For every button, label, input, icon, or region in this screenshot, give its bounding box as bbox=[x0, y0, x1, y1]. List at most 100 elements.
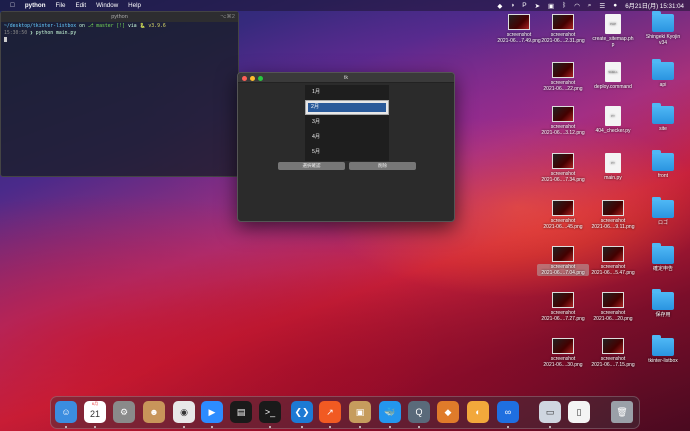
folder-icon[interactable]: Shingeki Kyojin v34 bbox=[637, 11, 689, 46]
dropbox-icon[interactable]: ◆ bbox=[497, 2, 502, 10]
tk-window[interactable]: tk 1月 2月 3月 4月 5月 選択確認 削除 bbox=[237, 72, 455, 222]
screenshot-file-icon[interactable]: screenshot 2021-06....7.15.png bbox=[587, 338, 639, 368]
list-item[interactable]: 3月 bbox=[305, 115, 389, 130]
minimize-button[interactable] bbox=[250, 75, 255, 81]
preview-icon[interactable]: ▭ bbox=[539, 401, 561, 423]
cursor-icon[interactable]: ➤ bbox=[535, 2, 540, 10]
calendar-month: 6月 bbox=[91, 401, 99, 406]
screenshot-file-icon[interactable]: screenshot 2021-06....7.04.png bbox=[537, 246, 589, 276]
tk-titlebar[interactable]: tk bbox=[238, 73, 454, 83]
menu-app-name[interactable]: python bbox=[25, 2, 46, 9]
docker-icon[interactable]: 🐳 bbox=[379, 401, 401, 423]
screenshot-file-icon[interactable]: screenshot 2021-06....20.png bbox=[587, 292, 639, 322]
icon-label: screenshot 2021-06....30.png bbox=[543, 356, 583, 368]
screenshot-file-icon[interactable]: screenshot 2021-06....7.34.png bbox=[537, 153, 589, 183]
zoom-button[interactable] bbox=[258, 75, 263, 81]
folder-graphic bbox=[652, 103, 674, 124]
folder-icon[interactable]: site bbox=[637, 103, 689, 132]
finder-icon[interactable]: ☺ bbox=[55, 401, 77, 423]
icon-label: screenshot 2021-06....5.47.png bbox=[591, 264, 635, 276]
icon-label: front bbox=[657, 173, 668, 179]
infinity-icon[interactable]: ∞ bbox=[497, 401, 519, 423]
screenshot-file-icon[interactable]: screenshot 2021-06....3.12.png bbox=[537, 106, 589, 136]
file-icon[interactable]: PHP create_sitemap.ph p bbox=[587, 14, 639, 48]
file-icon[interactable]: PY main.py bbox=[587, 153, 639, 181]
calendar-icon[interactable]: 21 6月 bbox=[84, 401, 106, 423]
screenshot-file-icon[interactable]: screenshot 2021-06....2.31.png bbox=[537, 14, 589, 44]
folder-icon[interactable]: ロゴ bbox=[637, 197, 689, 226]
thumbnail-graphic bbox=[552, 338, 574, 354]
folder-graphic bbox=[652, 197, 674, 218]
terminal-icon[interactable]: >_ bbox=[259, 401, 281, 423]
menu-edit[interactable]: Edit bbox=[75, 2, 86, 9]
contrast-icon[interactable]: ◑ bbox=[510, 2, 514, 9]
thumbnail-graphic bbox=[602, 292, 624, 308]
file-icon[interactable]: SHELL deploy.command bbox=[587, 62, 639, 90]
icon-label: screenshot 2021-06....7.15.png bbox=[591, 356, 635, 368]
screenshot-file-icon[interactable]: screenshot 2021-06....45.png bbox=[537, 200, 589, 230]
terminal-cursor bbox=[4, 37, 7, 42]
confirm-selection-button[interactable]: 選択確認 bbox=[278, 162, 345, 170]
icon-label: 保存用 bbox=[655, 312, 671, 318]
running-indicator bbox=[269, 426, 271, 428]
running-indicator bbox=[389, 426, 391, 428]
folder-icon[interactable]: front bbox=[637, 150, 689, 179]
thumbnail-graphic bbox=[552, 62, 574, 78]
contacts-icon[interactable]: ☻ bbox=[143, 401, 165, 423]
folder-graphic bbox=[652, 59, 674, 80]
folder-icon[interactable]: api bbox=[637, 59, 689, 88]
search-icon[interactable]: ⌕ bbox=[588, 2, 592, 10]
running-indicator bbox=[549, 426, 551, 428]
sketch-icon[interactable]: ◐ bbox=[467, 401, 489, 423]
list-item[interactable]: 4月 bbox=[305, 130, 389, 145]
document-icon[interactable]: ▯ bbox=[568, 401, 590, 423]
screenshot-file-icon[interactable]: screenshot 2021-06....7.27.png bbox=[537, 292, 589, 322]
screenshot-file-icon[interactable]: screenshot 2021-06....5.47.png bbox=[587, 246, 639, 276]
system-preferences-icon[interactable]: ⚙ bbox=[113, 401, 135, 423]
icon-label: tkinter-listbox bbox=[648, 358, 678, 364]
zoom-icon[interactable]: ▶ bbox=[201, 401, 223, 423]
vscode-icon[interactable]: ❮❯ bbox=[291, 401, 313, 423]
folder-icon[interactable]: 保存用 bbox=[637, 289, 689, 318]
document-graphic: PY bbox=[605, 153, 621, 173]
menu-clock[interactable]: 6月21日(月) 15:31:04 bbox=[625, 1, 684, 10]
quicktime-icon[interactable]: Q bbox=[408, 401, 430, 423]
thumbnail-graphic bbox=[552, 106, 574, 122]
p-icon[interactable]: P bbox=[522, 2, 526, 9]
trash-icon[interactable]: 🗑 bbox=[611, 401, 633, 423]
terminal-titlebar[interactable]: python ⌥⌘2 bbox=[1, 12, 238, 22]
bluetooth-icon[interactable]: ᛒ bbox=[562, 2, 566, 9]
screenshot-file-icon[interactable]: screenshot 2021-06....22.png bbox=[537, 62, 589, 92]
siri-icon[interactable]: ● bbox=[613, 2, 617, 9]
document-graphic: SHELL bbox=[605, 62, 621, 82]
apple-logo-icon[interactable]:  bbox=[10, 2, 15, 9]
analytics-icon[interactable]: ↗ bbox=[319, 401, 341, 423]
folder-icon[interactable]: 確定申告 bbox=[637, 243, 689, 272]
screenshot-icon[interactable]: ▣ bbox=[548, 2, 554, 10]
list-item[interactable]: 1月 bbox=[305, 85, 389, 100]
month-listbox[interactable]: 1月 2月 3月 4月 5月 bbox=[305, 85, 389, 161]
dock: ☺ 21 6月 ⚙ ☻ ◉ ▶ ▤ >_ ❮❯ ↗ ▣ 🐳 Q ◆ ◐ ∞ ▭ ▯ 🗑 bbox=[50, 396, 640, 429]
running-indicator bbox=[183, 426, 185, 428]
folder-icon[interactable]: tkinter-listbox bbox=[637, 335, 689, 364]
terminal-window[interactable]: python ⌥⌘2 ~/desktop/tkinter-listbox on … bbox=[0, 11, 239, 177]
archive-utility-icon[interactable]: ▣ bbox=[349, 401, 371, 423]
menu-window[interactable]: Window bbox=[96, 2, 118, 9]
chrome-icon[interactable]: ◉ bbox=[173, 401, 195, 423]
control-center-icon[interactable]: ☰ bbox=[599, 2, 605, 10]
menu-file[interactable]: File bbox=[56, 2, 66, 9]
file-icon[interactable]: PY 404_checker.py bbox=[587, 106, 639, 134]
list-item[interactable]: 5月 bbox=[305, 145, 389, 160]
screenshot-file-icon[interactable]: screenshot 2021-06....30.png bbox=[537, 338, 589, 368]
list-item-selected[interactable]: 2月 bbox=[305, 100, 389, 115]
terminal-output[interactable]: ~/desktop/tkinter-listbox on ⎇ master [!… bbox=[1, 22, 238, 47]
sourcetree-icon[interactable]: ◆ bbox=[437, 401, 459, 423]
wifi-icon[interactable]: ◠ bbox=[574, 2, 580, 10]
activity-monitor-icon[interactable]: ▤ bbox=[230, 401, 252, 423]
delete-button[interactable]: 削除 bbox=[349, 162, 416, 170]
close-button[interactable] bbox=[242, 75, 247, 81]
screenshot-file-icon[interactable]: screenshot 2021-06....9.11.png bbox=[587, 200, 639, 230]
icon-label: ロゴ bbox=[657, 220, 668, 226]
thumbnail-graphic bbox=[508, 14, 530, 30]
menu-help[interactable]: Help bbox=[128, 2, 141, 9]
